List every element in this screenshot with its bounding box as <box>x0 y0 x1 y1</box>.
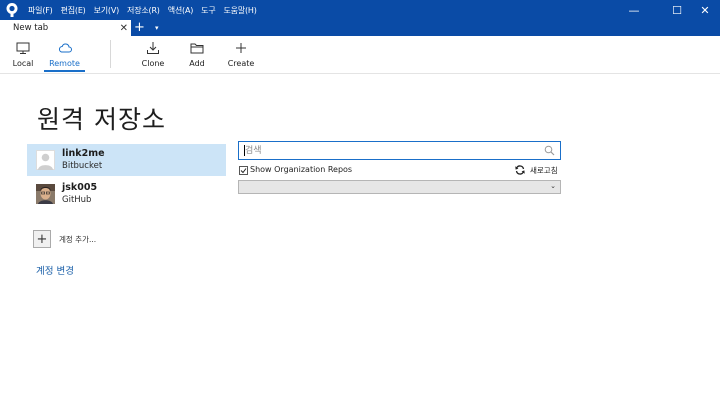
show-org-repos-checkbox[interactable] <box>239 166 248 175</box>
add-account-button[interactable]: + <box>33 230 51 248</box>
menu-tools[interactable]: 도구 <box>201 5 216 16</box>
minimize-button[interactable]: — <box>619 0 649 20</box>
chevron-down-icon: ⌄ <box>550 182 556 190</box>
repository-dropdown[interactable]: ⌄ <box>238 180 561 194</box>
menu-help[interactable]: 도움말(H) <box>224 5 257 16</box>
refresh-icon[interactable] <box>515 165 525 175</box>
user-photo-avatar <box>36 184 55 204</box>
create-button[interactable]: Create <box>227 36 255 74</box>
monitor-icon <box>16 42 30 54</box>
add-account-label[interactable]: 계정 추가... <box>59 234 96 245</box>
account-host: GitHub <box>62 195 92 205</box>
menu-repository[interactable]: 저장소(R) <box>127 5 160 16</box>
add-button[interactable]: Add <box>187 36 207 74</box>
account-item-link2me[interactable]: link2me Bitbucket <box>27 144 226 176</box>
search-icon[interactable] <box>544 145 555 156</box>
account-name: jsk005 <box>62 182 98 193</box>
close-window-button[interactable]: ✕ <box>690 0 720 20</box>
local-button[interactable]: Local <box>11 36 35 74</box>
change-account-link[interactable]: 계정 변경 <box>36 263 74 277</box>
toolbar: Local Remote Clone Add Create <box>0 36 720 74</box>
add-tab-button[interactable]: + <box>134 20 145 36</box>
cloud-icon <box>58 43 72 53</box>
account-item-jsk005[interactable]: jsk005 GitHub <box>27 178 226 210</box>
tab-bar: New tab ✕ + ▾ <box>0 20 720 36</box>
title-bar: 파일(F) 편집(E) 보기(V) 저장소(R) 액션(A) 도구 도움말(H)… <box>0 0 720 20</box>
tab-new-tab[interactable]: New tab ✕ <box>0 20 131 36</box>
tab-close-icon[interactable]: ✕ <box>120 20 128 36</box>
account-host: Bitbucket <box>62 161 103 171</box>
remote-label: Remote <box>49 59 80 68</box>
tab-label: New tab <box>13 23 49 33</box>
remote-button[interactable]: Remote <box>44 36 85 74</box>
local-label: Local <box>12 59 34 68</box>
add-label: Add <box>189 59 205 68</box>
toolbar-divider <box>110 40 111 68</box>
download-icon <box>147 42 159 54</box>
menu-view[interactable]: 보기(V) <box>94 5 120 16</box>
show-org-repos-label[interactable]: Show Organization Repos <box>250 165 352 174</box>
search-input[interactable] <box>245 142 535 159</box>
sourcetree-logo-icon <box>6 3 18 17</box>
default-avatar-icon <box>36 150 55 170</box>
plus-icon <box>236 43 246 53</box>
account-name: link2me <box>62 148 105 159</box>
menu-actions[interactable]: 액션(A) <box>168 5 194 16</box>
checkmark-icon <box>240 168 247 174</box>
refresh-label[interactable]: 새로고침 <box>530 165 558 176</box>
create-label: Create <box>227 59 255 68</box>
search-box[interactable] <box>238 141 561 160</box>
menu-edit[interactable]: 편집(E) <box>61 5 86 16</box>
tab-list-dropdown[interactable]: ▾ <box>155 20 159 36</box>
menu-file[interactable]: 파일(F) <box>28 5 53 16</box>
maximize-button[interactable]: ☐ <box>662 0 692 20</box>
page-title: 원격 저장소 <box>37 105 166 134</box>
folder-icon <box>190 43 204 54</box>
text-caret <box>244 145 245 156</box>
clone-button[interactable]: Clone <box>140 36 166 74</box>
menu-bar: 파일(F) 편집(E) 보기(V) 저장소(R) 액션(A) 도구 도움말(H) <box>28 0 265 20</box>
clone-label: Clone <box>141 59 165 68</box>
